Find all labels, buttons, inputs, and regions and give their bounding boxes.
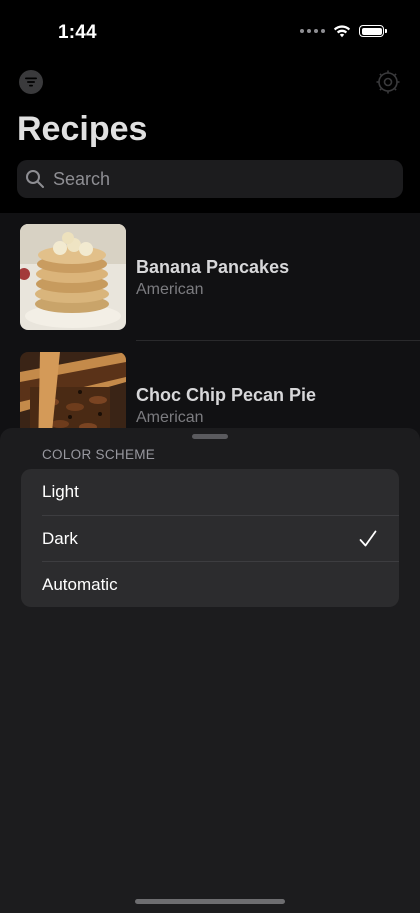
search-bar[interactable] (17, 160, 403, 198)
option-light[interactable]: Light (21, 469, 399, 515)
status-bar: 1:44 (0, 0, 420, 68)
option-label: Dark (42, 529, 78, 548)
app-screen: 1:44 Recipes Search Banana Pancakes Amer… (0, 0, 420, 913)
recipe-name: Banana Pancakes (136, 257, 290, 277)
sheet-grabber[interactable] (192, 434, 228, 439)
filter-button[interactable] (18, 69, 44, 95)
recipe-thumbnail (20, 224, 126, 330)
recipe-cuisine: American (136, 281, 204, 298)
list-item[interactable]: Banana Pancakes American (0, 213, 420, 341)
wifi-icon (333, 25, 351, 38)
recipe-name: Choc Chip Pecan Pie (136, 385, 317, 405)
home-indicator (135, 899, 285, 904)
page-title: Recipes (17, 110, 148, 148)
gear-icon (376, 70, 400, 94)
filter-icon (19, 70, 43, 94)
option-label: Light (42, 482, 79, 501)
checkmark-icon (359, 530, 377, 547)
color-scheme-sheet: COLOR SCHEME Light Dark Automatic (0, 428, 420, 913)
option-automatic[interactable]: Automatic (21, 562, 399, 607)
cellular-signal-icon (300, 29, 325, 33)
settings-button[interactable] (375, 69, 401, 95)
search-input[interactable] (51, 167, 375, 191)
section-header: COLOR SCHEME (42, 447, 156, 462)
option-label: Automatic (42, 575, 118, 594)
search-icon (26, 170, 44, 188)
status-time: 1:44 (58, 22, 97, 43)
battery-icon (359, 25, 387, 37)
color-scheme-options: Light Dark Automatic (21, 469, 399, 607)
recipe-cuisine: American (136, 409, 204, 426)
status-icons (300, 24, 387, 38)
option-dark[interactable]: Dark (21, 516, 399, 562)
